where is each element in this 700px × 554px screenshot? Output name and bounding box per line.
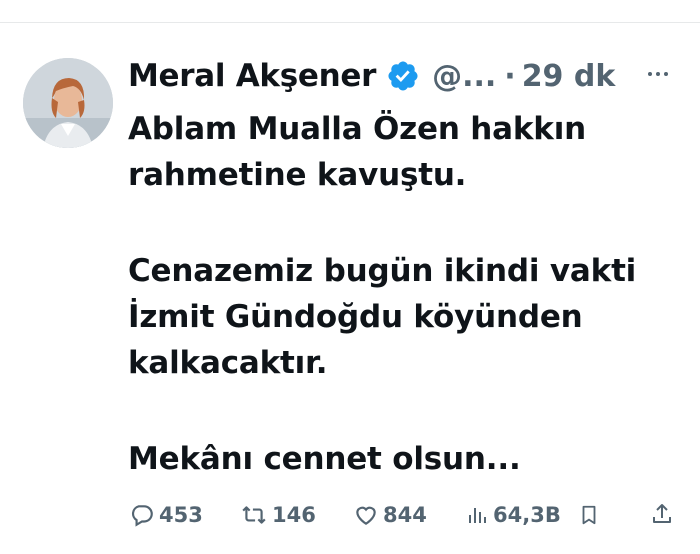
tweet-line: Mekânı cennet olsun...: [128, 441, 521, 477]
reply-button[interactable]: 453: [129, 502, 203, 528]
retweet-button[interactable]: 146: [240, 502, 316, 528]
tweet-line: rahmetine kavuştu.: [128, 157, 467, 193]
retweet-icon: [242, 506, 266, 524]
timestamp[interactable]: 29 dk: [522, 59, 616, 94]
share-button[interactable]: [650, 501, 674, 527]
tweet-line: İzmit Gündoğdu köyünden: [128, 299, 583, 335]
share-icon: [653, 504, 671, 523]
avatar-image: [23, 58, 113, 148]
tweet-header: Meral Akşener @... · 29 dk: [128, 54, 615, 98]
verified-badge-icon: [386, 59, 420, 93]
bookmark-button[interactable]: [578, 502, 600, 528]
views-icon: [469, 508, 486, 523]
like-button[interactable]: 844: [353, 502, 427, 528]
avatar[interactable]: [23, 58, 113, 148]
like-count: 844: [383, 503, 427, 527]
bookmark-icon: [582, 505, 596, 525]
separator-dot: ·: [504, 58, 516, 94]
views-count: 64,3B: [493, 503, 561, 527]
views-button[interactable]: 64,3B: [465, 502, 561, 528]
tweet-line: Ablam Mualla Özen hakkın: [128, 111, 587, 147]
reply-count: 453: [159, 503, 203, 527]
divider: [0, 22, 700, 23]
reply-icon: [132, 505, 153, 527]
like-icon: [356, 506, 376, 525]
retweet-count: 146: [272, 503, 316, 527]
tweet-line: kalkacaktır.: [128, 345, 328, 381]
tweet-line: Cenazemiz bugün ikindi vakti: [128, 253, 637, 289]
more-icon[interactable]: [648, 62, 672, 86]
action-bar: 453 146 844 64,3B: [0, 496, 700, 536]
tweet-text: Ablam Mualla Özen hakkın rahmetine kavuş…: [128, 106, 688, 482]
author-name[interactable]: Meral Akşener: [128, 58, 376, 94]
author-handle[interactable]: @...: [432, 59, 496, 94]
